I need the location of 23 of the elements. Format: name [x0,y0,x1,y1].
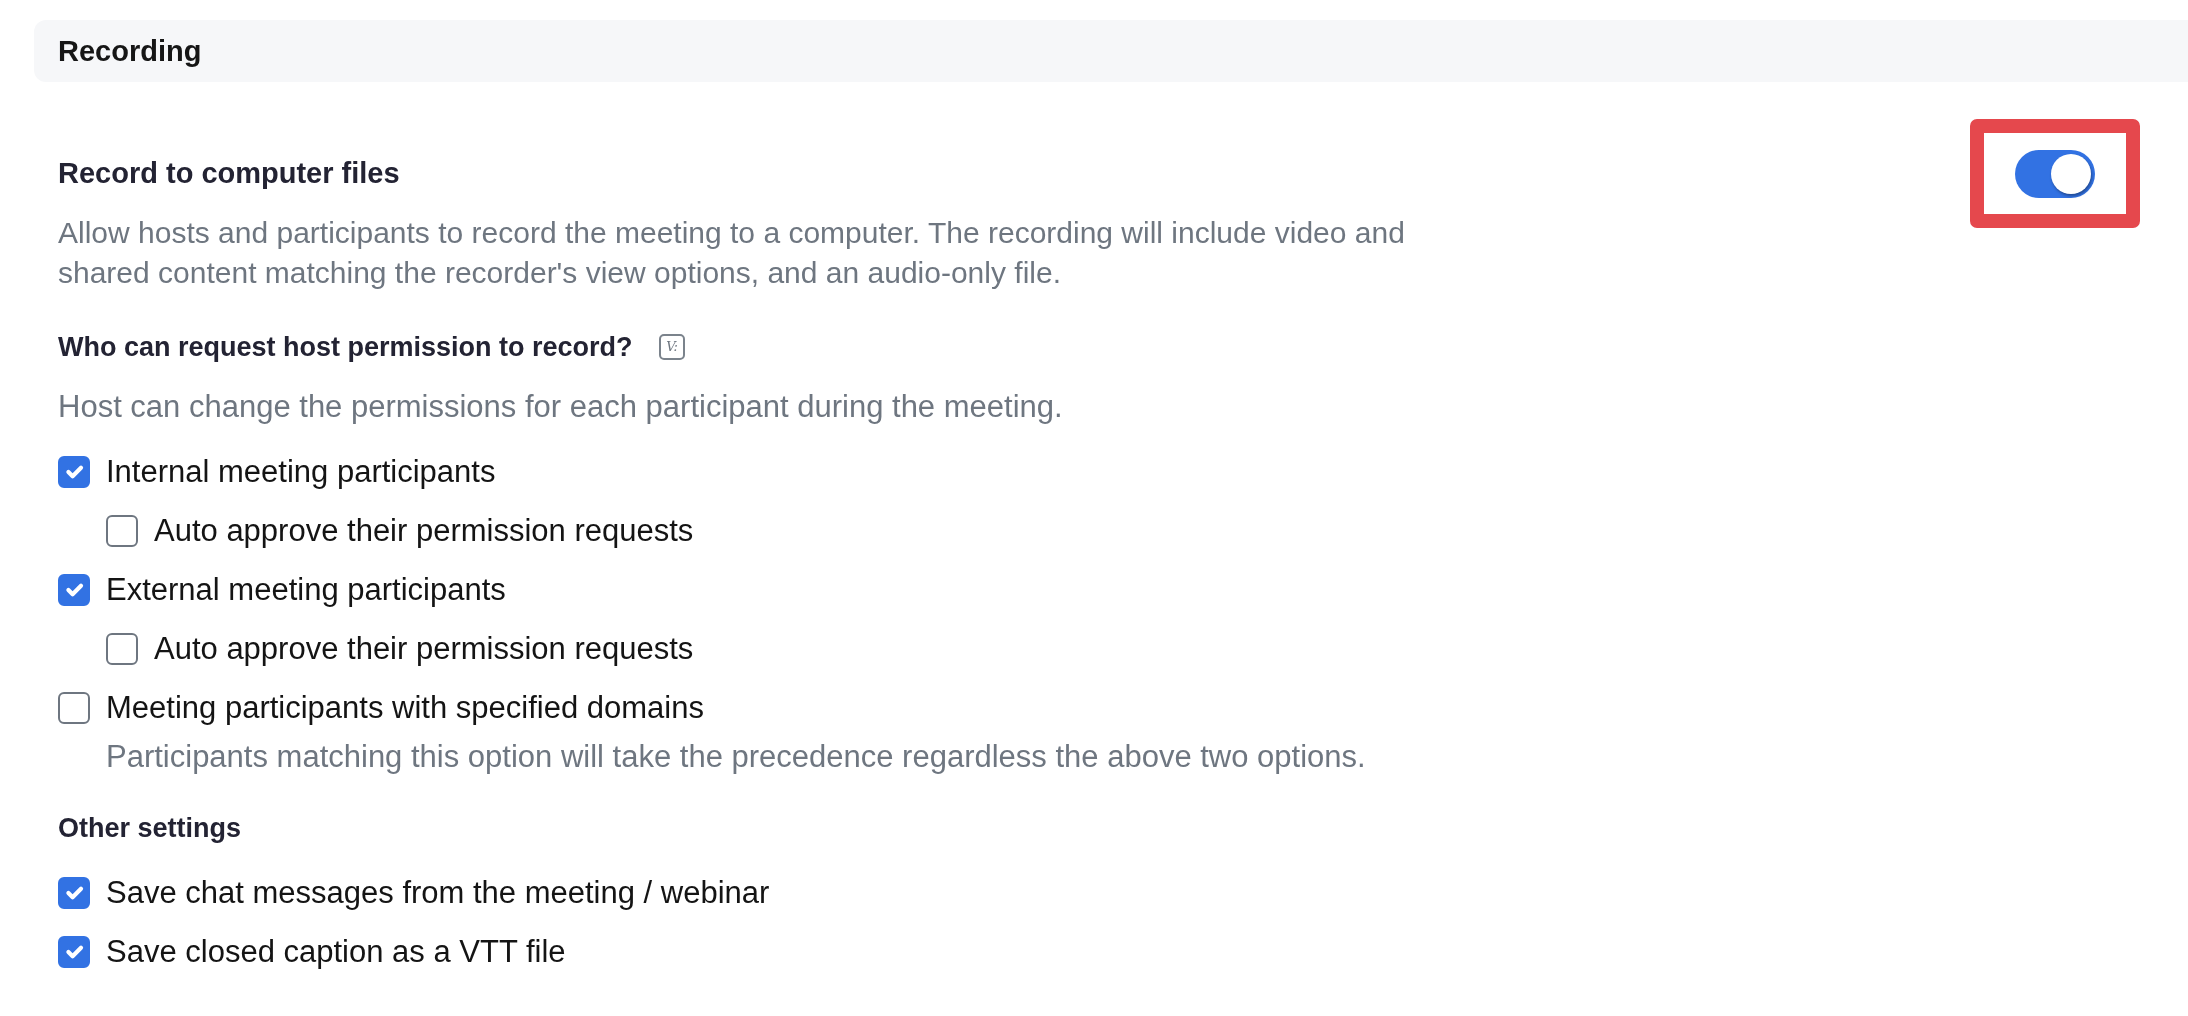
checkbox-label[interactable]: Save chat messages from the meeting / webinar [106,873,770,913]
permission-hint: Host can change the permissions for each participant during the meeting. [58,388,1064,426]
checkbox[interactable] [58,692,90,724]
checkbox-label[interactable]: External meeting participants [106,570,506,610]
checkbox-label[interactable]: Auto approve their permission requests [154,629,694,669]
checkbox[interactable] [58,877,90,909]
checkbox[interactable] [58,936,90,968]
setting-title: Record to computer files [58,156,401,191]
checkbox-label[interactable]: Auto approve their permission requests [154,511,694,551]
checkbox[interactable] [58,456,90,488]
question-title: Who can request host permission to record? [58,331,633,364]
section-title: Recording [58,34,202,69]
checkbox[interactable] [106,515,138,547]
checkbox-label[interactable]: Save closed caption as a VTT file [106,932,566,972]
letter-tag: V: [658,334,685,360]
toggle-switch[interactable] [2015,149,2095,198]
other-settings-title: Other settings [58,812,243,845]
checkbox[interactable] [106,633,138,665]
setting-description: Allow hosts and participants to record the meeting to a computer. The recording will include video and shared content matching the recorder's view options, and an audio-only file. [58,215,1406,291]
checkbox[interactable] [58,574,90,606]
option-note: Participants matching this option will take the precedence regardless the above two options. [105,738,1367,776]
checkbox-label[interactable]: Internal meeting participants [106,452,496,492]
checkbox-label[interactable]: Meeting participants with specified domains [106,688,704,728]
